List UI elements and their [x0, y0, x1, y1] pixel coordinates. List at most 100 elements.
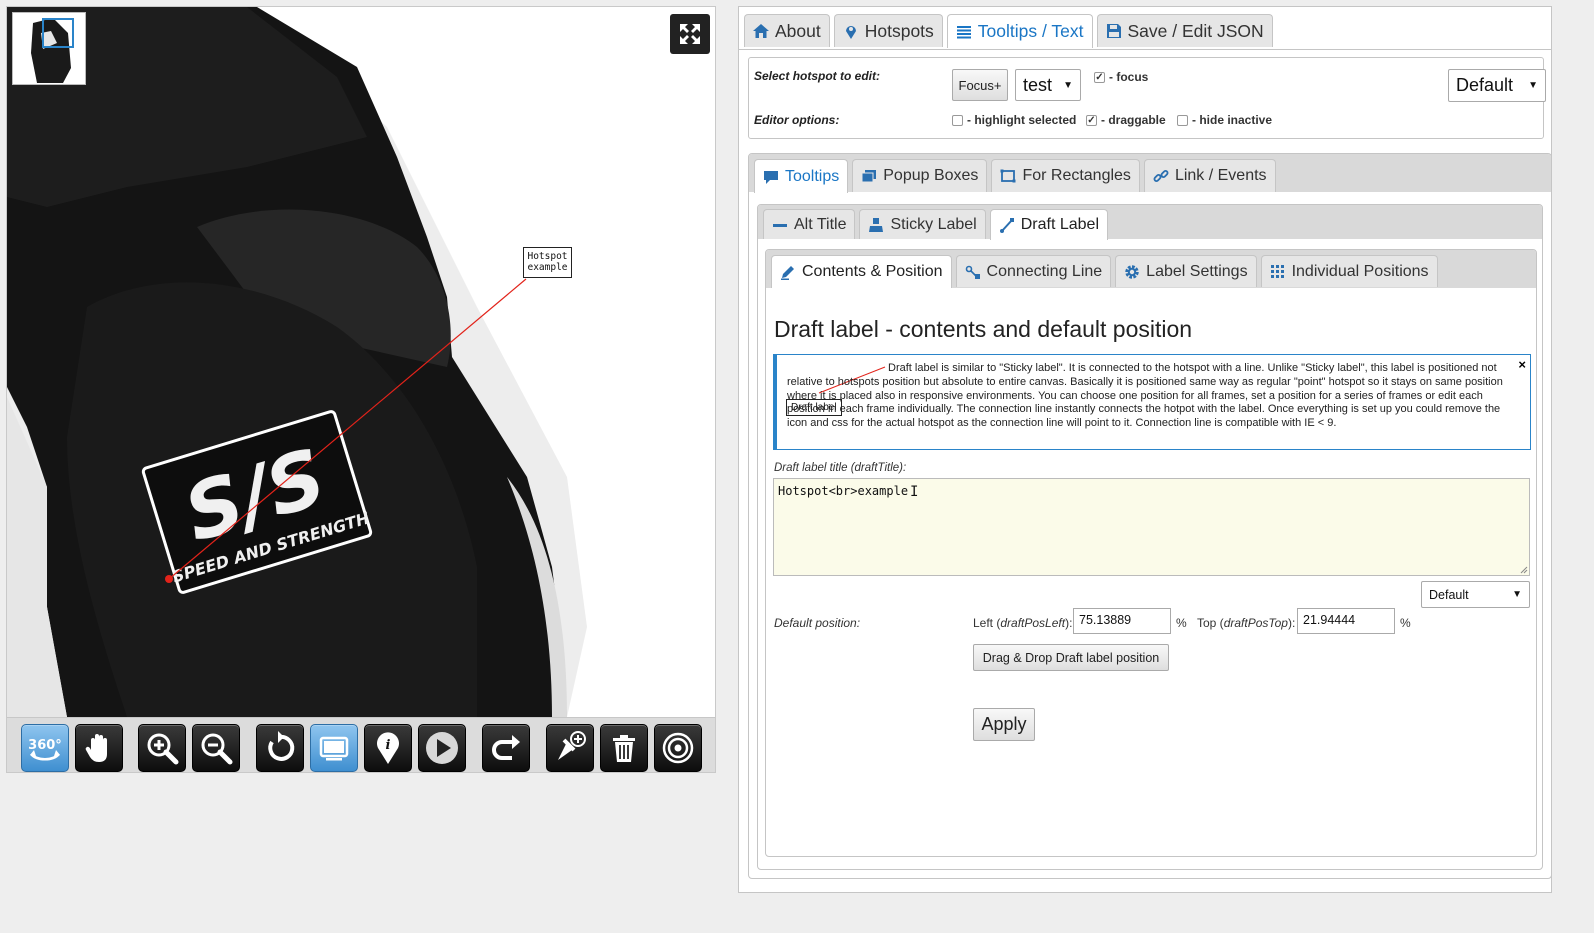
- tooltip-type-tabs: Tooltips Popup Boxes For Rectangles Link…: [754, 159, 1276, 193]
- info-hotspots-button[interactable]: i: [364, 724, 412, 772]
- home-icon: [753, 24, 769, 38]
- apply-button[interactable]: Apply: [973, 708, 1035, 741]
- tab-label-settings-label: Label Settings: [1146, 262, 1248, 280]
- redo-button[interactable]: [482, 724, 530, 772]
- tab-alt-title[interactable]: Alt Title: [763, 209, 856, 239]
- zoom-out-icon: [201, 733, 233, 765]
- left-position-input[interactable]: 75.13889: [1073, 608, 1171, 634]
- chevron-down-icon: ▼: [1512, 589, 1522, 600]
- product-image: S/S SPEED AND STRENGTH: [7, 7, 587, 717]
- svg-text:360°: 360°: [28, 738, 62, 753]
- top-label-end: ):: [1287, 616, 1296, 630]
- draft-hotspot-label[interactable]: Hotspot example: [523, 247, 572, 278]
- tab-link-events[interactable]: Link / Events: [1143, 159, 1276, 192]
- drag-drop-position-button[interactable]: Drag & Drop Draft label position: [973, 644, 1169, 671]
- focus-checkbox[interactable]: ✓ - focus: [1094, 70, 1148, 84]
- reset-button[interactable]: [256, 724, 304, 772]
- tab-about[interactable]: About: [744, 14, 830, 47]
- grid-icon: [1270, 264, 1284, 278]
- position-select[interactable]: Default ▼: [1421, 581, 1530, 608]
- left-label-text: Left (: [973, 616, 1001, 630]
- tab-popup-boxes[interactable]: Popup Boxes: [852, 159, 988, 192]
- tab-alt-title-label: Alt Title: [794, 215, 847, 233]
- resize-handle-icon[interactable]: [1520, 566, 1528, 574]
- draggable-box[interactable]: ✓: [1086, 114, 1097, 126]
- mode-select[interactable]: Default ▼: [1448, 69, 1546, 102]
- tab-popup-boxes-label: Popup Boxes: [883, 167, 979, 184]
- line-icon: [999, 218, 1014, 233]
- info-pin-icon: i: [377, 732, 399, 764]
- tab-hotspots-label: Hotspots: [864, 20, 934, 41]
- select-hotspot-label: Select hotspot to edit:: [754, 69, 880, 83]
- windows-icon: [861, 170, 877, 183]
- tab-sticky-label[interactable]: Sticky Label: [859, 209, 986, 239]
- tab-individual-positions-label: Individual Positions: [1291, 262, 1429, 280]
- top-position-input[interactable]: 21.94444: [1297, 608, 1395, 634]
- tab-tooltips-label: Tooltips: [785, 167, 840, 185]
- fullscreen-icon: [680, 24, 700, 44]
- tab-connecting-line[interactable]: Connecting Line: [955, 255, 1112, 287]
- 360-rotate-icon: 360°: [28, 738, 62, 761]
- pan-button[interactable]: [75, 724, 123, 772]
- zoom-out-button[interactable]: [192, 724, 240, 772]
- close-icon[interactable]: ×: [1518, 357, 1526, 372]
- tab-label-settings[interactable]: Label Settings: [1115, 255, 1257, 287]
- add-hotspot-icon: [558, 731, 586, 760]
- info-text: Draft label is similar to "Sticky label"…: [787, 362, 1503, 430]
- hide-inactive-box[interactable]: [1177, 114, 1188, 126]
- rotate-360-button[interactable]: 360°: [21, 724, 69, 772]
- tab-for-rectangles[interactable]: For Rectangles: [991, 159, 1140, 192]
- hotspot-label-line2: example: [527, 262, 568, 273]
- tab-connecting-line-label: Connecting Line: [986, 262, 1103, 280]
- viewer-stage[interactable]: S/S SPEED AND STRENGTH Hotspot example: [7, 7, 715, 717]
- textarea-label: Draft label title (draftTitle):: [774, 462, 907, 474]
- tab-tooltips[interactable]: Tooltips: [754, 159, 849, 193]
- hotspot-label-line1: Hotspot: [527, 251, 568, 262]
- top-label: Top (draftPosTop):: [1197, 616, 1295, 630]
- focus-checkbox-label: - focus: [1109, 70, 1149, 84]
- thumbnail-navigator[interactable]: [12, 12, 86, 85]
- tab-save-edit-json[interactable]: Save / Edit JSON: [1096, 14, 1273, 47]
- window-mode-button[interactable]: [310, 724, 358, 772]
- tooltip-type-panel: Tooltips Popup Boxes For Rectangles Link…: [748, 153, 1552, 879]
- tab-about-label: About: [775, 20, 821, 41]
- highlight-selected-box[interactable]: [952, 114, 963, 126]
- tab-individual-positions[interactable]: Individual Positions: [1260, 255, 1438, 287]
- rectangle-icon: [1000, 169, 1016, 183]
- user-icon: [869, 217, 884, 232]
- trash-icon: [613, 735, 635, 762]
- delete-button[interactable]: [600, 724, 648, 772]
- play-button[interactable]: [418, 724, 466, 772]
- tab-draft-label-label: Draft Label: [1020, 216, 1099, 233]
- draggable-checkbox[interactable]: ✓ - draggable: [1086, 113, 1166, 127]
- map-marker-icon: [845, 26, 856, 39]
- label-type-tabs: Alt Title Sticky Label Draft Label: [763, 209, 1108, 240]
- fullscreen-button[interactable]: [670, 14, 710, 54]
- tab-tooltips-text[interactable]: Tooltips / Text: [946, 14, 1093, 48]
- highlight-selected-checkbox[interactable]: - highlight selected: [952, 113, 1076, 127]
- hide-inactive-checkbox[interactable]: - hide inactive: [1177, 113, 1272, 127]
- tab-draft-label[interactable]: Draft Label: [989, 209, 1108, 240]
- tab-contents-position[interactable]: Contents & Position: [771, 255, 952, 288]
- target-button[interactable]: [654, 724, 702, 772]
- focus-plus-button[interactable]: Focus+: [952, 69, 1008, 101]
- reset-icon: [268, 731, 295, 761]
- top-percent: %: [1400, 616, 1411, 630]
- mode-select-value: Default: [1456, 75, 1514, 95]
- tab-save-edit-json-label: Save / Edit JSON: [1127, 20, 1264, 41]
- pencil-icon: [781, 266, 794, 280]
- zoom-in-button[interactable]: [138, 724, 186, 772]
- hotspot-select[interactable]: test ▼: [1015, 69, 1081, 101]
- tab-hotspots[interactable]: Hotspots: [833, 14, 943, 47]
- focus-checkbox-box[interactable]: ✓: [1094, 71, 1105, 83]
- add-hotspot-button[interactable]: [546, 724, 594, 772]
- tab-link-events-label: Link / Events: [1174, 167, 1267, 184]
- list-icon: [956, 25, 971, 38]
- tab-tooltips-text-label: Tooltips / Text: [977, 21, 1084, 41]
- link-icon: [1153, 170, 1169, 182]
- svg-text:i: i: [386, 738, 391, 753]
- tab-sticky-label-label: Sticky Label: [890, 215, 977, 233]
- draft-title-textarea[interactable]: Hotspot<br>example I: [773, 478, 1530, 576]
- speech-bubble-icon: [764, 170, 778, 184]
- hotspot-dot: [165, 575, 173, 583]
